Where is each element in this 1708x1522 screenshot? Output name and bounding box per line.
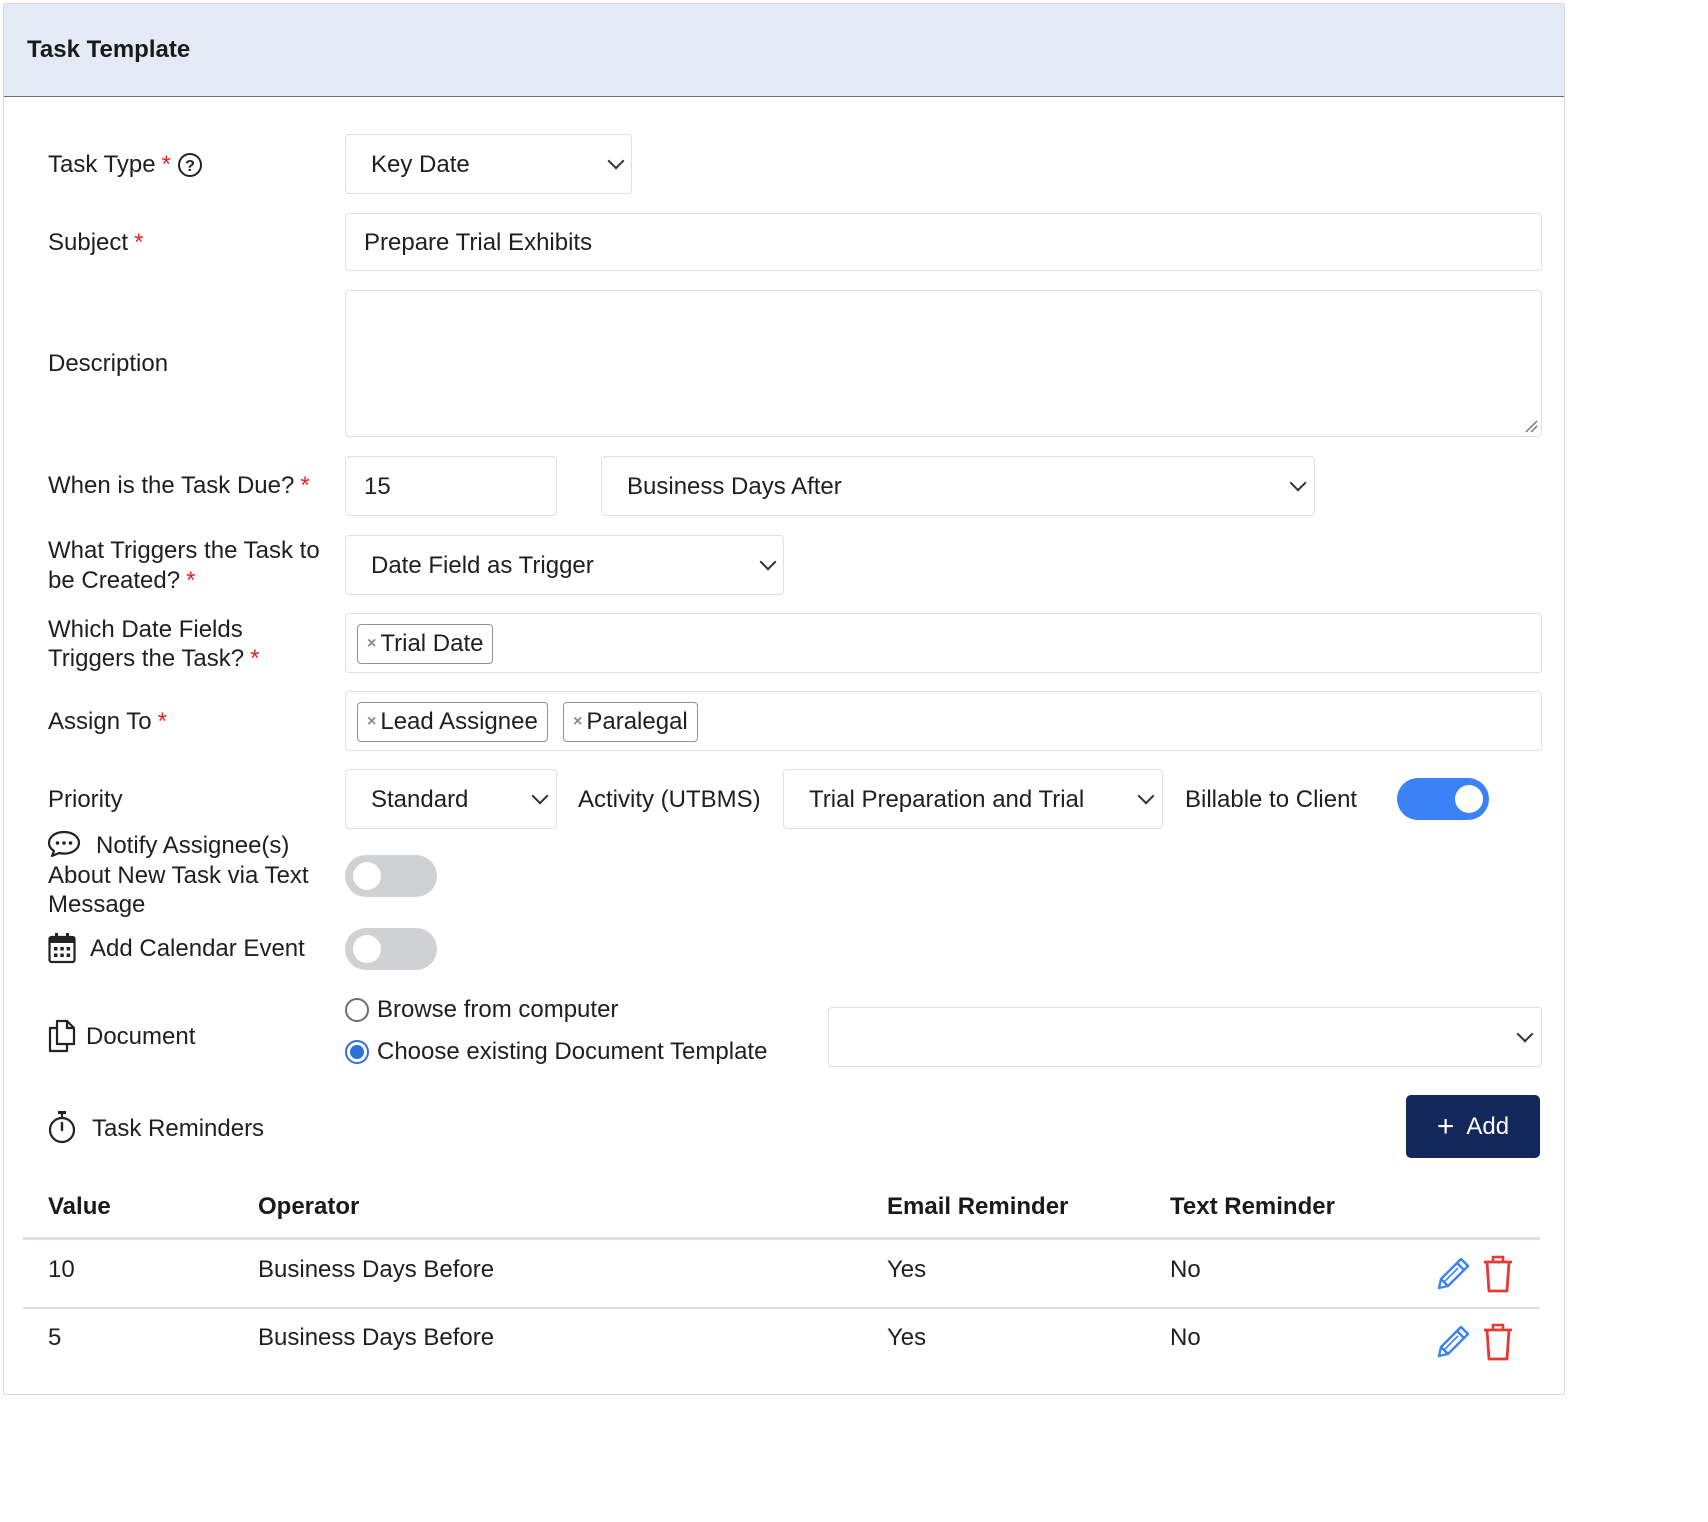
existing-template-radio[interactable]: [345, 1040, 369, 1064]
column-header-value: Value: [48, 1193, 111, 1220]
chat-bubble-icon: [47, 830, 81, 858]
tag-trial-date: × Trial Date: [357, 624, 494, 664]
chevron-down-icon: [759, 553, 777, 571]
edit-pencil-icon[interactable]: [1434, 1255, 1472, 1293]
chevron-down-icon: [1137, 787, 1155, 805]
edit-pencil-icon[interactable]: [1434, 1323, 1472, 1361]
panel-header: Task Template: [4, 4, 1564, 97]
column-header-operator: Operator: [258, 1193, 360, 1220]
cell-operator: Business Days Before: [258, 1256, 495, 1283]
add-reminder-button[interactable]: + Add: [1406, 1095, 1540, 1158]
column-header-text-reminder: Text Reminder: [1170, 1193, 1335, 1220]
priority-select[interactable]: Standard: [345, 769, 557, 829]
chevron-down-icon: [607, 152, 625, 170]
copy-document-icon: [48, 1019, 76, 1053]
calendar-toggle[interactable]: [345, 928, 437, 970]
tag-paralegal: × Paralegal: [563, 702, 698, 742]
activity-label: Activity (UTBMS): [578, 786, 761, 813]
chevron-down-icon: [1516, 1025, 1534, 1043]
due-unit-select[interactable]: Business Days After: [601, 456, 1315, 516]
cell-value: 10: [48, 1256, 75, 1283]
description-textarea[interactable]: [345, 290, 1542, 437]
resize-handle-icon[interactable]: [1524, 419, 1538, 433]
assign-to-label: Assign To *: [48, 708, 167, 735]
column-header-email-reminder: Email Reminder: [887, 1193, 1069, 1220]
task-reminders-label: Task Reminders: [92, 1115, 265, 1142]
stopwatch-icon: [48, 1110, 76, 1144]
document-template-select[interactable]: [828, 1007, 1542, 1067]
task-type-select[interactable]: Key Date: [345, 134, 632, 194]
due-amount-input[interactable]: 15: [345, 456, 557, 516]
tag-lead-assignee: × Lead Assignee: [357, 702, 548, 742]
remove-tag-icon[interactable]: ×: [367, 713, 376, 731]
trigger-select[interactable]: Date Field as Trigger: [345, 535, 784, 595]
existing-template-label[interactable]: Choose existing Document Template: [377, 1037, 767, 1067]
subject-label: Subject *: [48, 229, 144, 256]
table-header-divider: [23, 1237, 1540, 1240]
chevron-down-icon: [531, 787, 549, 805]
calendar-icon: [48, 932, 76, 964]
task-type-label: Task Type *: [48, 151, 171, 178]
date-fields-multiselect[interactable]: × Trial Date: [345, 613, 1542, 673]
billable-toggle[interactable]: [1397, 778, 1489, 820]
document-label: Document: [86, 1023, 196, 1050]
cell-operator: Business Days Before: [258, 1324, 495, 1351]
description-label: Description: [48, 350, 169, 377]
panel-title: Task Template: [27, 36, 191, 63]
row-divider: [23, 1307, 1540, 1309]
activity-select[interactable]: Trial Preparation and Trial: [783, 769, 1163, 829]
cell-email: Yes: [887, 1256, 927, 1283]
cell-text: No: [1170, 1256, 1201, 1283]
svg-text:?: ?: [185, 158, 195, 175]
remove-tag-icon[interactable]: ×: [573, 713, 582, 731]
notify-label-line2: About New Task via Text: [48, 862, 309, 889]
billable-label: Billable to Client: [1185, 786, 1358, 813]
subject-input[interactable]: Prepare Trial Exhibits: [345, 213, 1542, 271]
remove-tag-icon[interactable]: ×: [367, 635, 376, 653]
priority-label: Priority: [48, 786, 123, 813]
notify-label-line1: Notify Assignee(s): [96, 832, 290, 859]
delete-trash-icon[interactable]: [1482, 1322, 1514, 1362]
delete-trash-icon[interactable]: [1482, 1254, 1514, 1294]
chevron-down-icon: [1289, 474, 1307, 492]
notify-toggle[interactable]: [345, 855, 437, 897]
question-circle-icon[interactable]: ?: [177, 152, 203, 178]
date-fields-label: Which Date Fields Triggers the Task? *: [48, 616, 260, 672]
calendar-label: Add Calendar Event: [90, 935, 305, 962]
browse-computer-radio[interactable]: [345, 998, 369, 1022]
assign-to-multiselect[interactable]: × Lead Assignee × Paralegal: [345, 691, 1542, 751]
due-label: When is the Task Due? *: [48, 472, 310, 499]
cell-text: No: [1170, 1324, 1201, 1351]
notify-label-line3: Message: [48, 891, 146, 918]
cell-email: Yes: [887, 1324, 927, 1351]
browse-computer-label[interactable]: Browse from computer: [377, 995, 618, 1025]
trigger-label: What Triggers the Task to be Created? *: [48, 537, 320, 594]
plus-icon: +: [1436, 1109, 1455, 1143]
cell-value: 5: [48, 1324, 62, 1351]
